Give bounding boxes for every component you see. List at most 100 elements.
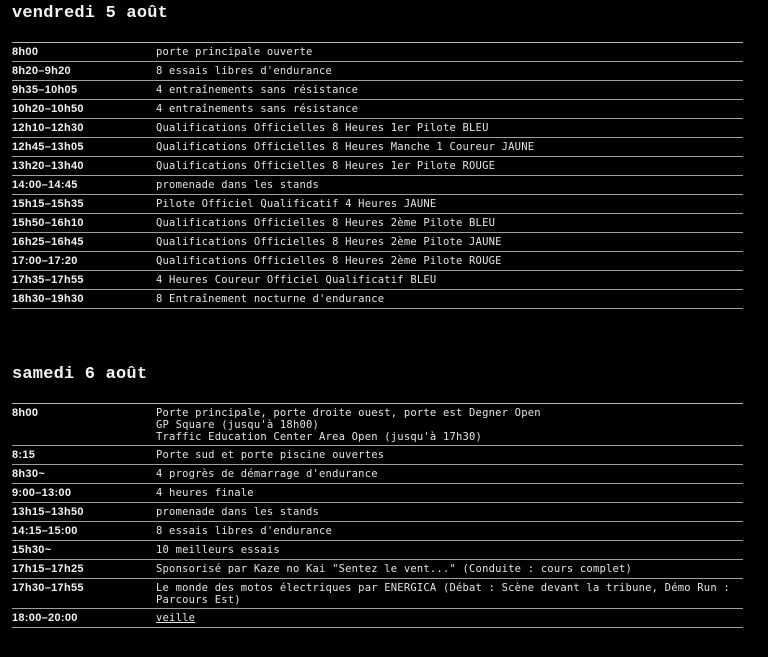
schedule-time: 13h15–13h50 [12,506,84,518]
schedule-description-line: Qualifications Officielles 8 Heures 2ème… [156,255,502,267]
schedule-row: 18h30–19h30 8 Entraînement nocturne d'end… [12,290,743,309]
schedule-time: 9:00–13:00 [12,487,72,499]
schedule-time: 15h50–16h10 [12,217,84,229]
schedule-description-line: 4 progrès de démarrage d'endurance [156,468,378,480]
schedule-time: 8:15 [12,449,36,461]
schedule-description-line: Traffic Education Center Area Open (jusq… [156,431,483,443]
schedule-description: 8 essais libres d'endurance [156,522,743,540]
schedule-time: 18h30–19h30 [12,293,84,305]
schedule-table-friday: 8h00 porte principale ouverte 8h20–9h20 8 e… [12,42,743,309]
schedule-row: 9:00–13:00 4 heures finale [12,484,743,503]
schedule-row: 13h15–13h50 promenade dans les stands [12,503,743,522]
schedule-description-line: Qualifications Officielles 8 Heures 2ème… [156,236,502,248]
schedule-time: 15h15–15h35 [12,198,84,210]
schedule-description: Qualifications Officielles 8 Heures 1er … [156,157,743,175]
schedule-description-line: Porte principale, porte droite ouest, po… [156,407,541,419]
schedule-description-line: 8 essais libres d'endurance [156,65,333,77]
schedule-time: 17h15–17h25 [12,563,84,575]
schedule-description-link[interactable]: veille [156,612,743,624]
schedule-table-saturday: 8h00 Porte principale, porte droite ouest… [12,403,743,628]
schedule-description[interactable]: veille [156,609,743,627]
schedule-description: Qualifications Officielles 8 Heures 2ème… [156,233,743,251]
schedule-description: Porte principale, porte droite ouest, po… [156,404,743,445]
schedule-time: 17h35–17h55 [12,274,84,286]
schedule-description: 4 Heures Coureur Officiel Qualificatif B… [156,271,743,289]
schedule-description-line: Qualifications Officielles 8 Heures Manc… [156,141,535,153]
schedule-row: 8:15 Porte sud et porte piscine ouvertes [12,446,743,465]
schedule-description-line: Parcours Est) [156,594,241,606]
schedule-row: 8h00 porte principale ouverte [12,43,743,62]
day-title-friday: vendredi 5 août [12,4,169,23]
schedule-time: 12h45–13h05 [12,141,84,153]
schedule-description-line: Qualifications Officielles 8 Heures 2ème… [156,217,496,229]
schedule-description: 4 heures finale [156,484,743,502]
schedule-time: 8h30~ [12,468,45,480]
schedule-row: 17h15–17h25 Sponsorisé par Kaze no Kai "S… [12,560,743,579]
schedule-description: Qualifications Officielles 8 Heures 2ème… [156,214,743,232]
schedule-description-line: Qualifications Officielles 8 Heures 1er … [156,122,489,134]
schedule-description-line: 10 meilleurs essais [156,544,280,556]
schedule-time: 12h10–12h30 [12,122,84,134]
schedule-description-line: GP Square (jusqu'à 18h00) [156,419,320,431]
schedule-description: 8 Entraînement nocturne d'endurance [156,290,743,308]
schedule-description: 10 meilleurs essais [156,541,743,559]
schedule-description-line: Pilote Officiel Qualificatif 4 Heures JA… [156,198,437,210]
schedule-description: Pilote Officiel Qualificatif 4 Heures JA… [156,195,743,213]
schedule-time: 13h20–13h40 [12,160,84,172]
schedule-description-line: porte principale ouverte [156,46,313,58]
schedule-description-line: 4 Heures Coureur Officiel Qualificatif B… [156,274,437,286]
schedule-time: 14:00–14:45 [12,179,78,191]
schedule-time: 17:00–17:20 [12,255,78,267]
schedule-time: 9h35–10h05 [12,84,78,96]
schedule-description: Sponsorisé par Kaze no Kai "Sentez le ve… [156,560,743,578]
schedule-row: 8h20–9h20 8 essais libres d'endurance [12,62,743,81]
schedule-description-line: Qualifications Officielles 8 Heures 1er … [156,160,496,172]
schedule-time: 8h00 [12,407,39,419]
schedule-description: Qualifications Officielles 8 Heures Manc… [156,138,743,156]
schedule-row: 15h15–15h35 Pilote Officiel Qualificatif … [12,195,743,214]
schedule-row: 14:15–15:00 8 essais libres d'endurance [12,522,743,541]
schedule-row: 12h10–12h30 Qualifications Officielles 8 … [12,119,743,138]
schedule-row: 17h35–17h55 4 Heures Coureur Officiel Qua… [12,271,743,290]
schedule-description: 8 essais libres d'endurance [156,62,743,80]
schedule-time: 8h00 [12,46,39,58]
schedule-description-line: 8 essais libres d'endurance [156,525,333,537]
schedule-row: 17:00–17:20 Qualifications Officielles 8 … [12,252,743,271]
schedule-description-line: Porte sud et porte piscine ouvertes [156,449,385,461]
day-title-saturday: samedi 6 août [12,365,148,384]
schedule-description-line: promenade dans les stands [156,179,320,191]
schedule-description: 4 entraînements sans résistance [156,81,743,99]
schedule-row: 16h25–16h45 Qualifications Officielles 8 … [12,233,743,252]
schedule-time: 17h30–17h55 [12,582,84,594]
schedule-row: 15h30~ 10 meilleurs essais [12,541,743,560]
schedule-time: 14:15–15:00 [12,525,78,537]
schedule-description: Qualifications Officielles 8 Heures 2ème… [156,252,743,270]
schedule-description: Qualifications Officielles 8 Heures 1er … [156,119,743,137]
schedule-time: 15h30~ [12,544,52,556]
schedule-description: promenade dans les stands [156,176,743,194]
schedule-description-line: Sponsorisé par Kaze no Kai "Sentez le ve… [156,563,633,575]
schedule-row: 17h30–17h55 Le monde des motos électrique… [12,579,743,609]
schedule-time: 8h20–9h20 [12,65,71,77]
schedule-description: promenade dans les stands [156,503,743,521]
schedule-description-line: Le monde des motos électriques par ENERG… [156,582,730,594]
schedule-row: 9h35–10h05 4 entraînements sans résistanc… [12,81,743,100]
schedule-description: Le monde des motos électriques par ENERG… [156,579,743,608]
schedule-time: 18:00–20:00 [12,612,78,624]
schedule-row: 18:00–20:00 veille [12,609,743,628]
schedule-description-line: 8 Entraînement nocturne d'endurance [156,293,385,305]
schedule-description: 4 progrès de démarrage d'endurance [156,465,743,483]
schedule-description: porte principale ouverte [156,43,743,61]
schedule-description-line: 4 heures finale [156,487,254,499]
schedule-row: 8h00 Porte principale, porte droite ouest… [12,404,743,446]
schedule-description: Porte sud et porte piscine ouvertes [156,446,743,464]
schedule-time: 16h25–16h45 [12,236,84,248]
schedule-description-line: 4 entraînements sans résistance [156,103,359,115]
schedule-row: 13h20–13h40 Qualifications Officielles 8 … [12,157,743,176]
schedule-row: 8h30~ 4 progrès de démarrage d'endurance [12,465,743,484]
schedule-row: 12h45–13h05 Qualifications Officielles 8 … [12,138,743,157]
schedule-description: 4 entraînements sans résistance [156,100,743,118]
schedule-row: 10h20–10h50 4 entraînements sans résistan… [12,100,743,119]
schedule-description-line: promenade dans les stands [156,506,320,518]
schedule-description-line: 4 entraînements sans résistance [156,84,359,96]
